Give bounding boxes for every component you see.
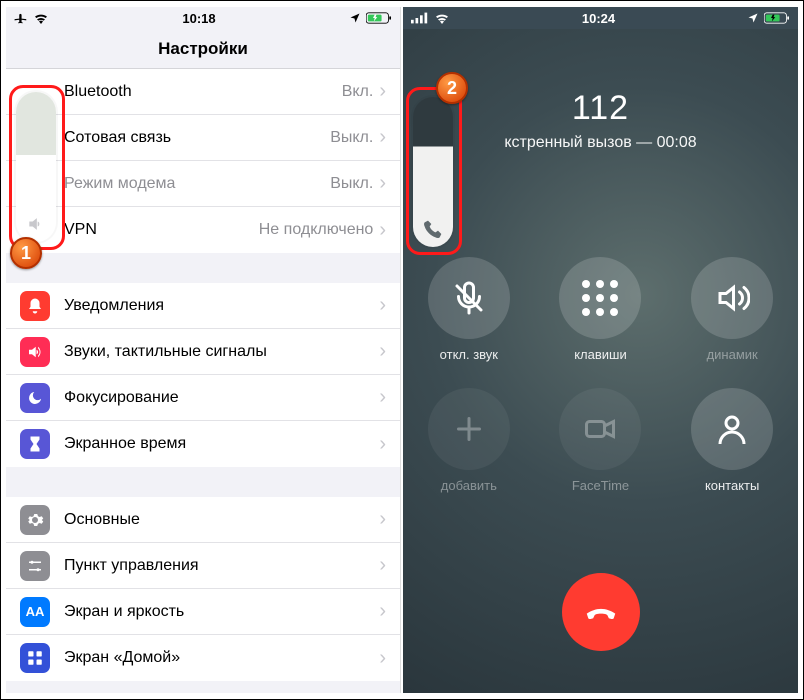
settings-group-general: Основные › Пункт управления › AA Экран и…	[6, 497, 400, 681]
row-notifications[interactable]: Уведомления ›	[6, 283, 400, 329]
speaker-icon	[20, 337, 50, 367]
chevron-right-icon: ›	[379, 340, 386, 363]
hourglass-icon	[20, 429, 50, 459]
sliders-icon	[20, 551, 50, 581]
text-size-icon: AA	[20, 597, 50, 627]
volume-hud	[413, 97, 453, 247]
screenshot-call: 10:24 112 кстренный вызов — 00:08 откл. …	[403, 7, 798, 693]
contacts-button[interactable]	[691, 388, 773, 470]
settings-title: Настройки	[6, 29, 400, 69]
row-screentime[interactable]: Экранное время ›	[6, 421, 400, 467]
chevron-right-icon: ›	[379, 219, 386, 242]
location-icon	[349, 12, 361, 24]
chevron-right-icon: ›	[379, 80, 386, 103]
row-bluetooth[interactable]: Bluetooth Вкл. ›	[6, 69, 400, 115]
add-call-button[interactable]	[428, 388, 510, 470]
keypad-button[interactable]	[559, 257, 641, 339]
chevron-right-icon: ›	[379, 433, 386, 456]
chevron-right-icon: ›	[379, 172, 386, 195]
chevron-right-icon: ›	[379, 647, 386, 670]
end-call-button[interactable]	[562, 573, 640, 651]
row-focus[interactable]: Фокусирование ›	[6, 375, 400, 421]
airplane-icon	[14, 11, 28, 25]
status-time: 10:18	[182, 11, 215, 26]
settings-scroll[interactable]: Bluetooth Вкл. › Сотовая связь Выкл. › Р…	[6, 69, 400, 681]
call-button-grid: откл. звук клавиши динамик добавить Face…	[403, 257, 798, 493]
speaker-button[interactable]	[691, 257, 773, 339]
facetime-button[interactable]	[559, 388, 641, 470]
mute-button[interactable]	[428, 257, 510, 339]
chevron-right-icon: ›	[379, 126, 386, 149]
chevron-right-icon: ›	[379, 600, 386, 623]
bell-icon	[20, 291, 50, 321]
status-bar: 10:24	[403, 7, 798, 29]
signal-icon	[411, 12, 429, 24]
chevron-right-icon: ›	[379, 554, 386, 577]
grid-icon	[20, 643, 50, 673]
phone-down-icon	[582, 593, 620, 631]
wifi-icon	[33, 12, 49, 24]
row-general[interactable]: Основные ›	[6, 497, 400, 543]
callout-badge: 2	[436, 72, 468, 104]
settings-group-connectivity: Bluetooth Вкл. › Сотовая связь Выкл. › Р…	[6, 69, 400, 253]
wifi-icon	[434, 12, 450, 24]
battery-icon	[764, 12, 790, 24]
chevron-right-icon: ›	[379, 386, 386, 409]
row-display[interactable]: AA Экран и яркость ›	[6, 589, 400, 635]
row-vpn[interactable]: VPN Не подключено ›	[6, 207, 400, 253]
row-hotspot[interactable]: Режим модема Выкл. ›	[6, 161, 400, 207]
chevron-right-icon: ›	[379, 508, 386, 531]
callout-badge: 1	[10, 237, 42, 269]
status-time: 10:24	[582, 11, 615, 26]
location-icon	[747, 12, 759, 24]
row-control-center[interactable]: Пункт управления ›	[6, 543, 400, 589]
call-subtitle: кстренный вызов — 00:08	[403, 134, 798, 152]
speaker-muted-icon	[26, 214, 46, 234]
battery-icon	[366, 12, 392, 24]
moon-icon	[20, 383, 50, 413]
row-cellular[interactable]: Сотовая связь Выкл. ›	[6, 115, 400, 161]
row-sounds[interactable]: Звуки, тактильные сигналы ›	[6, 329, 400, 375]
phone-icon	[423, 219, 443, 239]
settings-group-notifications: Уведомления › Звуки, тактильные сигналы …	[6, 283, 400, 467]
volume-hud	[16, 92, 56, 242]
screenshot-settings: 10:18 Настройки Bluetooth Вкл. › Сотовая…	[6, 7, 401, 693]
status-bar: 10:18	[6, 7, 400, 29]
row-homescreen[interactable]: Экран «Домой» ›	[6, 635, 400, 681]
gear-icon	[20, 505, 50, 535]
chevron-right-icon: ›	[379, 294, 386, 317]
